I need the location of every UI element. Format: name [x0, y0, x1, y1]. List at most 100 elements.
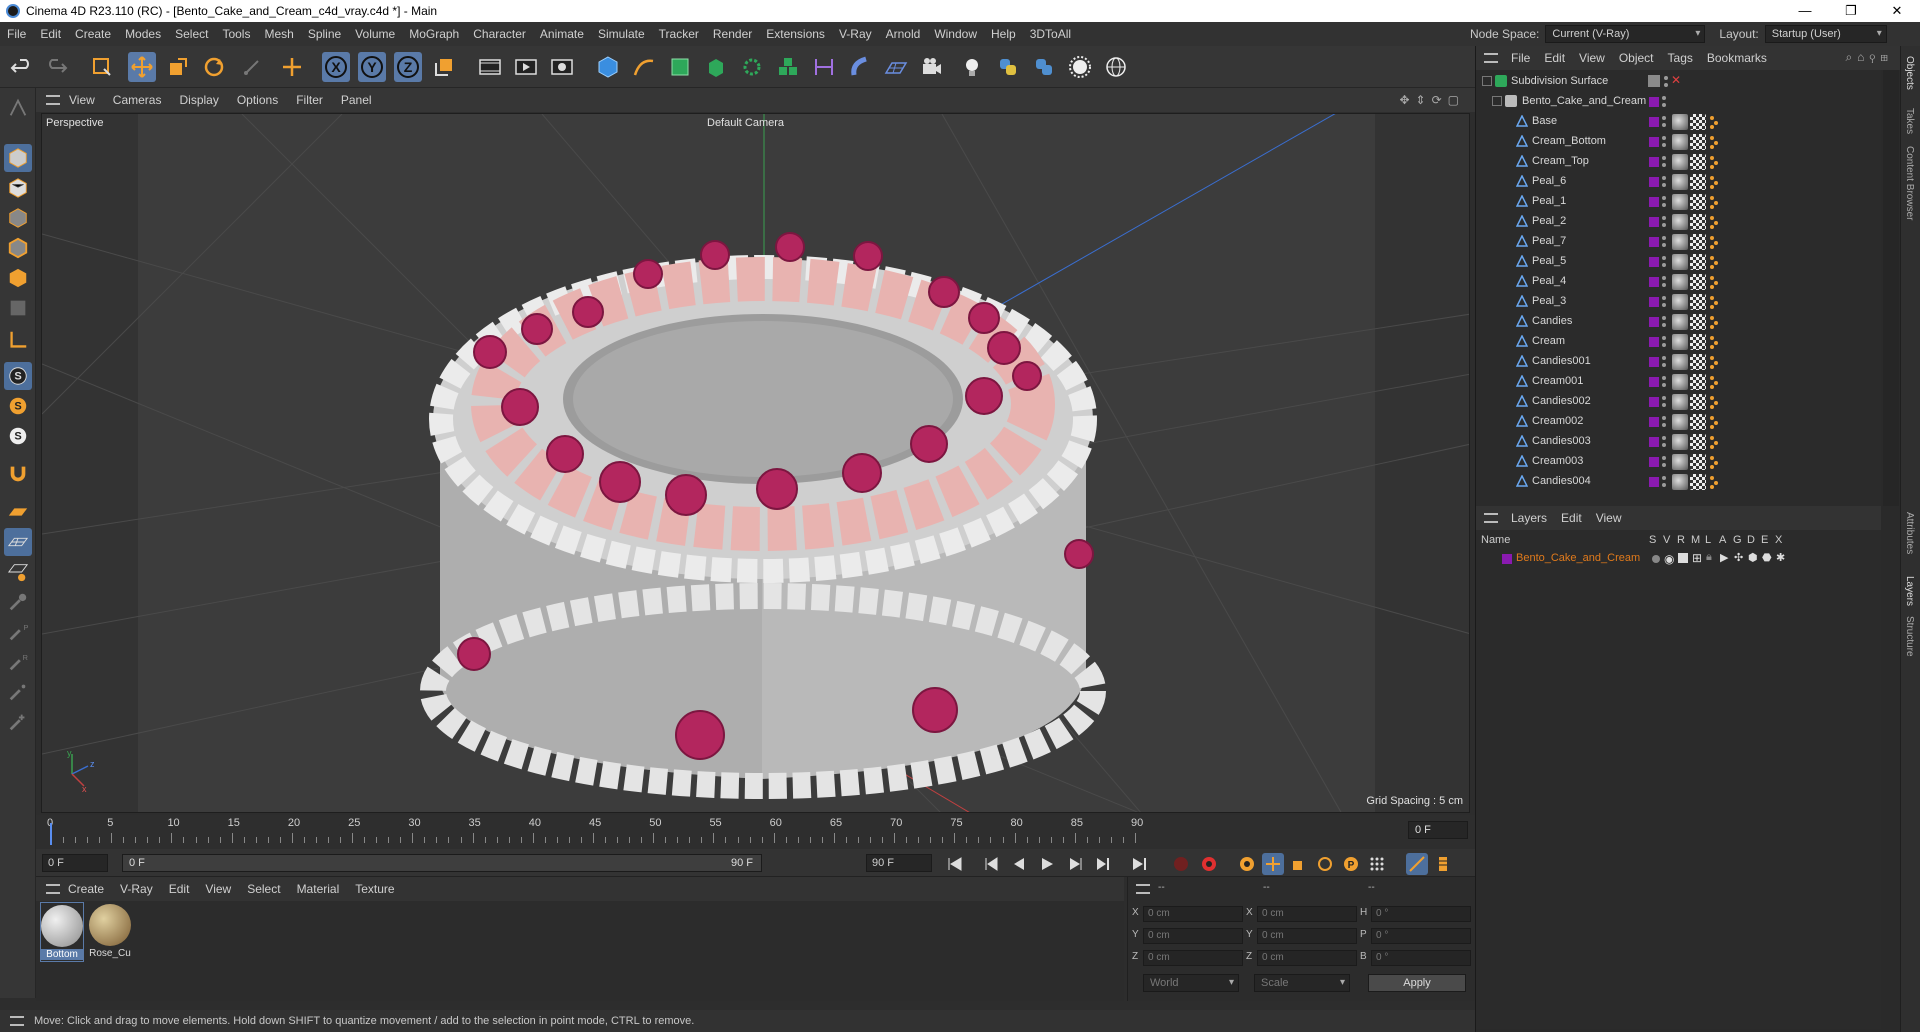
vray-tag-icon[interactable] [1709, 455, 1719, 469]
visibility-dots-icon[interactable] [1662, 414, 1666, 430]
material-menu-create[interactable]: Create [60, 882, 112, 896]
menu-tracker[interactable]: Tracker [652, 27, 706, 41]
points-mode-icon[interactable] [4, 204, 32, 232]
layer-animation-icon[interactable]: ▶ [1720, 551, 1728, 564]
vray-tag-icon[interactable] [1709, 435, 1719, 449]
uvw-tag-icon[interactable] [1690, 454, 1706, 470]
uvw-tag-icon[interactable] [1690, 374, 1706, 390]
menu-spline[interactable]: Spline [301, 27, 348, 41]
material-menu-vray[interactable]: V-Ray [112, 882, 161, 896]
viewport-menu-filter[interactable]: Filter [287, 93, 332, 107]
object-name[interactable]: Cream_Bottom [1532, 135, 1606, 147]
axis-mode-icon[interactable] [4, 326, 32, 354]
camera-label[interactable]: Default Camera [707, 117, 784, 129]
undo-icon[interactable] [8, 52, 36, 82]
uvw-tag-icon[interactable] [1690, 294, 1706, 310]
collapse-toggle-icon[interactable] [1482, 76, 1492, 86]
object-name[interactable]: Peal_3 [1532, 295, 1566, 307]
visibility-dots-icon[interactable] [1662, 94, 1666, 110]
cube-object-icon[interactable] [594, 52, 622, 82]
size-x-field[interactable]: 0 cm [1257, 906, 1357, 922]
object-name[interactable]: Candies003 [1532, 435, 1591, 447]
visibility-dots-icon[interactable] [1662, 374, 1666, 390]
uv-mode-icon[interactable] [4, 294, 32, 322]
visibility-dots-icon[interactable] [1662, 474, 1666, 490]
sculpt-brush-icon[interactable] [4, 588, 32, 616]
object-name[interactable]: Cream002 [1532, 415, 1583, 427]
vray-tag-icon[interactable] [1709, 275, 1719, 289]
vray-tag-icon[interactable] [1709, 155, 1719, 169]
start-frame-field[interactable]: 0 F [42, 854, 108, 872]
material-tag-icon[interactable] [1672, 254, 1688, 270]
visibility-dots-icon[interactable] [1662, 434, 1666, 450]
viewport-menu-view[interactable]: View [60, 93, 104, 107]
tree-row-subdivision[interactable]: Subdivision Surface ✕ [1476, 72, 1881, 92]
menu-3dtoall[interactable]: 3DToAll [1023, 27, 1078, 41]
apply-button[interactable]: Apply [1368, 974, 1466, 992]
frame-range-slider[interactable]: 0 F 90 F [122, 854, 762, 872]
size-y-field[interactable]: 0 cm [1257, 928, 1357, 944]
side-tab-structure[interactable]: Structure [1904, 616, 1915, 657]
menu-simulate[interactable]: Simulate [591, 27, 652, 41]
material-tag-icon[interactable] [1672, 234, 1688, 250]
layer-solo-icon[interactable] [1652, 555, 1660, 563]
extrude-icon[interactable] [702, 52, 730, 82]
uvw-tag-icon[interactable] [1690, 414, 1706, 430]
material-tag-icon[interactable] [1672, 394, 1688, 410]
position-x-field[interactable]: 0 cm [1143, 906, 1243, 922]
side-tab-objects[interactable]: Objects [1904, 56, 1915, 90]
menu-create[interactable]: Create [68, 27, 118, 41]
vray-tag-icon[interactable] [1709, 215, 1719, 229]
position-z-field[interactable]: 0 cm [1143, 950, 1243, 966]
material-tag-icon[interactable] [1672, 314, 1688, 330]
visibility-dots-icon[interactable] [1662, 154, 1666, 170]
vray-tag-icon[interactable] [1709, 335, 1719, 349]
menu-modes[interactable]: Modes [118, 27, 168, 41]
vray-tag-icon[interactable] [1709, 135, 1719, 149]
tree-row-object[interactable]: Candies003 [1476, 432, 1881, 452]
node-space-dropdown[interactable]: Current (V-Ray) [1545, 25, 1706, 43]
floor-icon[interactable] [882, 52, 910, 82]
material-tag-icon[interactable] [1672, 294, 1688, 310]
visibility-dots-icon[interactable] [1662, 274, 1666, 290]
material-panel-menu-icon[interactable] [46, 884, 60, 894]
uvw-tag-icon[interactable] [1690, 254, 1706, 270]
material-rose[interactable]: Rose_Cu [88, 902, 132, 962]
end-frame-field[interactable]: 90 F [866, 854, 932, 872]
size-z-field[interactable]: 0 cm [1257, 950, 1357, 966]
object-name[interactable]: Peal_2 [1532, 215, 1566, 227]
vray-tag-icon[interactable] [1709, 175, 1719, 189]
side-tab-content-browser[interactable]: Content Browser [1904, 146, 1915, 220]
tree-row-object[interactable]: Peal_3 [1476, 292, 1881, 312]
object-menu-edit[interactable]: Edit [1537, 51, 1572, 65]
uvw-tag-icon[interactable] [1690, 114, 1706, 130]
layer-panel-menu-icon[interactable] [1484, 513, 1498, 523]
coord-mode-dropdown[interactable]: Scale [1254, 974, 1350, 992]
material-menu-edit[interactable]: Edit [161, 882, 198, 896]
visibility-dots-icon[interactable] [1662, 354, 1666, 370]
menu-character[interactable]: Character [466, 27, 533, 41]
current-frame-field[interactable]: 0 F [1408, 821, 1468, 839]
object-menu-tags[interactable]: Tags [1661, 51, 1700, 65]
rotation-h-field[interactable]: 0 ° [1371, 906, 1471, 922]
material-tag-icon[interactable] [1672, 414, 1688, 430]
playhead[interactable] [50, 823, 52, 845]
menu-file[interactable]: File [0, 27, 33, 41]
z-axis-lock-icon[interactable]: Z [394, 52, 422, 82]
tree-row-group[interactable]: Bento_Cake_and_Cream [1476, 92, 1881, 112]
object-search-filter-icons[interactable]: ⌕⌂⚲⊞ [1845, 50, 1893, 65]
vray-tag-icon[interactable] [1709, 115, 1719, 129]
go-to-start-icon[interactable] [944, 853, 966, 875]
render-settings-icon[interactable] [548, 52, 576, 82]
tree-row-object[interactable]: Base [1476, 112, 1881, 132]
material-tag-icon[interactable] [1672, 114, 1688, 130]
object-name[interactable]: Candies004 [1532, 475, 1591, 487]
object-menu-object[interactable]: Object [1612, 51, 1661, 65]
next-frame-icon[interactable] [1064, 853, 1086, 875]
object-tree-scrollbar[interactable] [1883, 70, 1899, 506]
panel-menu-icon[interactable] [46, 95, 60, 105]
object-name[interactable]: Peal_4 [1532, 275, 1566, 287]
python-script-icon[interactable] [994, 52, 1022, 82]
visibility-dots-icon[interactable] [1662, 114, 1666, 130]
transform-tool-icon[interactable] [278, 52, 306, 82]
